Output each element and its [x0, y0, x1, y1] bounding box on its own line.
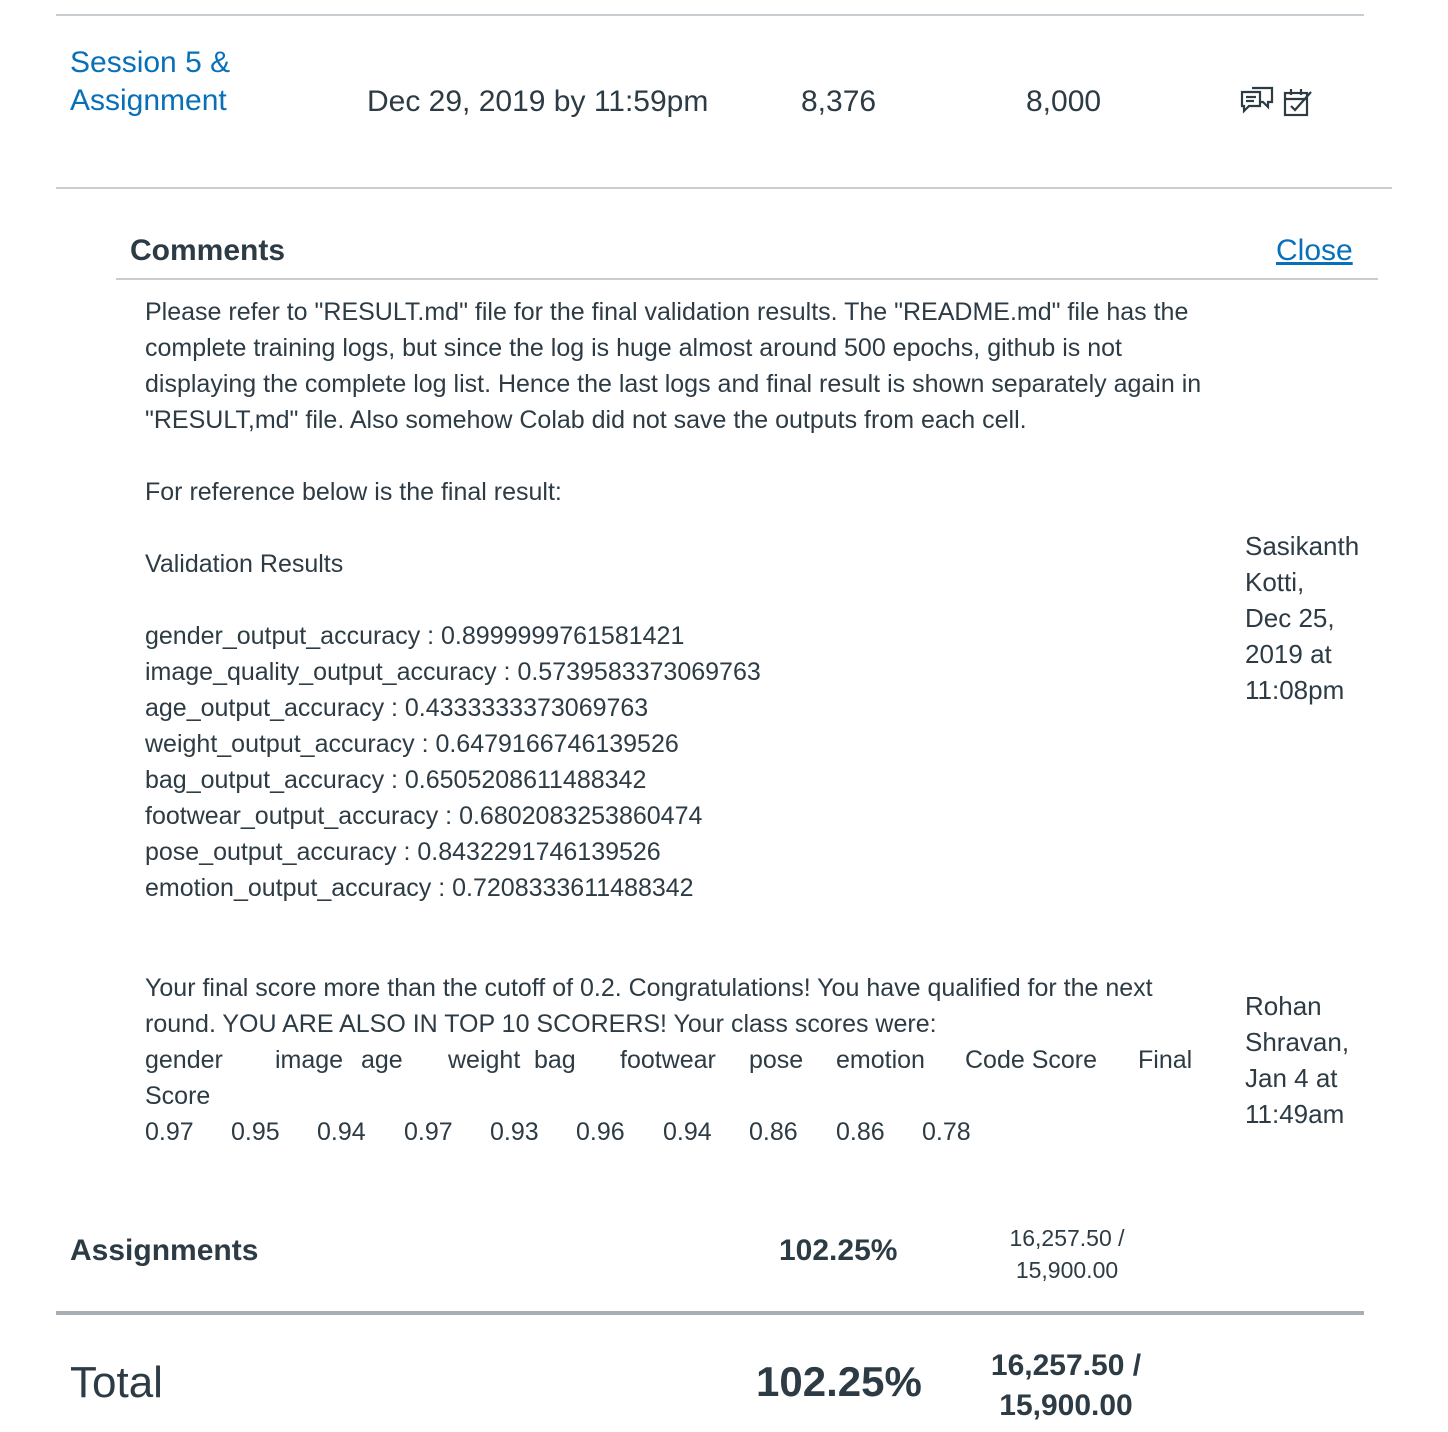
score-value: 0.86	[836, 1118, 885, 1146]
author-line: Rohan	[1245, 991, 1322, 1021]
top-divider	[56, 14, 1364, 16]
score-header: pose	[749, 1046, 804, 1074]
comment-1: Please refer to "RESULT.md" file for the…	[145, 294, 1205, 906]
score-values: 0.97 0.95 0.94 0.97 0.93 0.96 0.94 0.86 …	[145, 1114, 1205, 1150]
assignments-points: 16,257.50 / 15,900.00	[986, 1222, 1148, 1286]
metric-line: gender_output_accuracy : 0.8999999761581…	[145, 622, 685, 650]
assignments-points-possible: 15,900.00	[1015, 1257, 1119, 1283]
assignments-label: Assignments	[70, 1234, 259, 1267]
comments-icon[interactable]	[1240, 86, 1274, 118]
comment-1-heading: Validation Results	[145, 550, 344, 578]
author-line: 2019 at	[1245, 639, 1332, 669]
assignment-score: 8,376	[801, 85, 877, 118]
score-value: 0.78	[922, 1118, 971, 1146]
row-divider	[56, 187, 1392, 189]
score-value: 0.95	[231, 1118, 280, 1146]
metric-line: pose_output_accuracy : 0.843229174613952…	[145, 838, 661, 866]
metric-line: emotion_output_accuracy : 0.720833361148…	[145, 874, 694, 902]
score-header: Code Score	[965, 1046, 1098, 1074]
author-line: Sasikanth	[1245, 531, 1360, 561]
metric-line: image_quality_output_accuracy : 0.573958…	[145, 658, 761, 686]
close-comments-link[interactable]: Close	[1276, 234, 1353, 268]
author-line: Shravan,	[1245, 1027, 1350, 1057]
comment-1-body: Please refer to "RESULT.md" file for the…	[145, 298, 1209, 434]
score-value: 0.97	[145, 1118, 194, 1146]
score-value: 0.86	[749, 1118, 798, 1146]
comment-2-body: Your final score more than the cutoff of…	[145, 974, 1160, 1038]
score-header: emotion	[836, 1046, 925, 1074]
author-line: Jan 4 at	[1245, 1063, 1338, 1093]
total-percentage: 102.25%	[756, 1358, 922, 1405]
total-label: Total	[70, 1358, 163, 1407]
assignments-percentage: 102.25%	[779, 1234, 898, 1267]
metric-line: age_output_accuracy : 0.4333333373069763	[145, 694, 649, 722]
comment-1-author: Sasikanth Kotti, Dec 25, 2019 at 11:08pm	[1245, 528, 1385, 708]
score-header: gender	[145, 1046, 223, 1074]
score-value: 0.94	[663, 1118, 712, 1146]
score-header: image	[275, 1046, 344, 1074]
metric-line: weight_output_accuracy : 0.6479166746139…	[145, 730, 679, 758]
rubric-icon[interactable]	[1282, 86, 1316, 118]
total-divider	[56, 1311, 1364, 1315]
score-value: 0.96	[576, 1118, 625, 1146]
comment-2-author: Rohan Shravan, Jan 4 at 11:49am	[1245, 988, 1385, 1132]
comments-divider	[116, 278, 1378, 280]
metric-line: footwear_output_accuracy : 0.68020832538…	[145, 802, 703, 830]
author-line: 11:08pm	[1245, 675, 1345, 705]
total-points-earned: 16,257.50 /	[990, 1349, 1142, 1382]
comments-title: Comments	[130, 234, 286, 267]
total-points-possible: 15,900.00	[999, 1389, 1133, 1422]
comment-1-ref-line: For reference below is the final result:	[145, 478, 562, 506]
score-value: 0.94	[317, 1118, 366, 1146]
author-line: 11:49am	[1245, 1099, 1345, 1129]
score-headers: gender image age weight bag footwear pos…	[145, 1042, 1205, 1078]
assignments-points-earned: 16,257.50 /	[1009, 1225, 1125, 1251]
metric-line: bag_output_accuracy : 0.6505208611488342	[145, 766, 647, 794]
score-header: footwear	[620, 1046, 716, 1074]
author-line: Dec 25,	[1245, 603, 1335, 633]
score-header: age	[361, 1046, 403, 1074]
score-header-wrap: Score	[145, 1082, 211, 1110]
score-header: weight	[448, 1046, 521, 1074]
comment-2: Your final score more than the cutoff of…	[145, 970, 1205, 1150]
assignment-out-of: 8,000	[1026, 85, 1102, 118]
assignment-link[interactable]: Session 5 & Assignment	[70, 44, 310, 120]
score-header: Final	[1138, 1046, 1193, 1074]
total-points: 16,257.50 / 15,900.00	[966, 1346, 1166, 1426]
due-date: Dec 29, 2019 by 11:59pm	[367, 85, 709, 118]
metrics-list: gender_output_accuracy : 0.8999999761581…	[145, 618, 1205, 906]
author-line: Kotti,	[1245, 567, 1305, 597]
score-value: 0.93	[490, 1118, 539, 1146]
score-header: bag	[534, 1046, 576, 1074]
score-value: 0.97	[404, 1118, 453, 1146]
